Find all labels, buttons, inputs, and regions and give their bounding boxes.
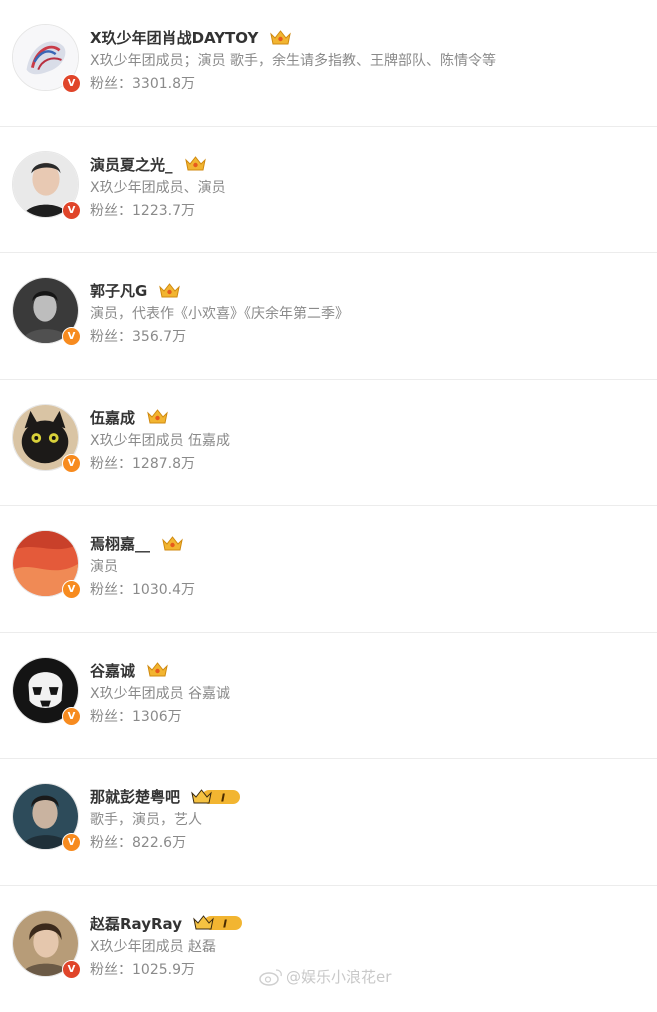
account-name[interactable]: X玖少年团肖战DAYTOY	[90, 27, 258, 48]
account-name[interactable]: 郭子凡G	[90, 280, 147, 301]
account-description: X玖少年团成员；演员 歌手，余生请多指教、王牌部队、陈情令等	[90, 50, 496, 70]
crown-icon	[160, 534, 185, 554]
list-item[interactable]: V 谷嘉诚 X玖少年团成员 谷嘉诚 粉丝：1306万	[0, 633, 657, 760]
account-name-row: 伍嘉成	[90, 407, 170, 428]
level-mark: I	[223, 918, 227, 931]
crown-icon	[145, 407, 170, 427]
account-name[interactable]: 伍嘉成	[90, 407, 135, 428]
account-name[interactable]: 那就彭楚粤吧	[90, 786, 180, 807]
level-mark: I	[221, 791, 225, 804]
verified-icon: V	[62, 960, 81, 979]
account-list: V X玖少年团肖战DAYTOY X玖少年团成员；演员 歌手，余生请多指教、王牌部…	[0, 0, 657, 1012]
account-name[interactable]: 谷嘉诚	[90, 660, 135, 681]
account-name-row: 郭子凡G	[90, 280, 182, 301]
list-item[interactable]: V 演员夏之光_ X玖少年团成员、演员 粉丝：1223.7万	[0, 127, 657, 254]
list-item[interactable]: V 焉栩嘉__ 演员 粉丝：1030.4万	[0, 506, 657, 633]
fans-count: 粉丝：356.7万	[90, 326, 186, 346]
fans-count: 粉丝：1030.4万	[90, 579, 195, 599]
verified-icon: V	[62, 454, 81, 473]
fans-count: 粉丝：3301.8万	[90, 73, 195, 93]
fans-count: 粉丝：1025.9万	[90, 959, 195, 979]
account-name-row: 焉栩嘉__	[90, 533, 185, 554]
fans-count: 粉丝：822.6万	[90, 832, 186, 852]
verified-icon: V	[62, 580, 81, 599]
account-name[interactable]: 焉栩嘉__	[90, 533, 150, 554]
crown-icon	[157, 281, 182, 301]
verified-icon: V	[62, 327, 81, 346]
account-name[interactable]: 演员夏之光_	[90, 154, 173, 175]
account-name-row: 演员夏之光_	[90, 154, 208, 175]
crown-icon	[145, 660, 170, 680]
crown-level-icon: I	[190, 787, 242, 807]
account-description: 演员	[90, 556, 118, 576]
verified-icon: V	[62, 833, 81, 852]
fans-count: 粉丝：1306万	[90, 706, 182, 726]
fans-count: 粉丝：1287.8万	[90, 453, 195, 473]
crown-level-icon: I	[192, 913, 244, 933]
account-description: X玖少年团成员 谷嘉诚	[90, 683, 230, 703]
list-item[interactable]: V 郭子凡G 演员，代表作《小欢喜》《庆余年第二季》 粉丝：356.7万	[0, 253, 657, 380]
account-name[interactable]: 赵磊RayRay	[90, 913, 182, 934]
list-item[interactable]: V 那就彭楚粤吧 I 歌手，演员，艺人 粉丝：822.6万	[0, 759, 657, 886]
account-description: X玖少年团成员 赵磊	[90, 936, 216, 956]
verified-icon: V	[62, 74, 81, 93]
account-name-row: 那就彭楚粤吧 I	[90, 786, 242, 807]
verified-icon: V	[62, 707, 81, 726]
account-name-row: 谷嘉诚	[90, 660, 170, 681]
list-item[interactable]: V 赵磊RayRay I X玖少年团成员 赵磊 粉丝：1025.9万	[0, 886, 657, 1012]
weibo-logo-icon	[258, 967, 284, 987]
watermark-text: @娱乐小浪花er	[286, 966, 391, 987]
fans-count: 粉丝：1223.7万	[90, 200, 195, 220]
account-name-row: X玖少年团肖战DAYTOY	[90, 27, 293, 48]
account-description: 歌手，演员，艺人	[90, 809, 202, 829]
list-item[interactable]: V 伍嘉成 X玖少年团成员 伍嘉成 粉丝：1287.8万	[0, 380, 657, 507]
crown-icon	[183, 154, 208, 174]
verified-icon: V	[62, 201, 81, 220]
account-name-row: 赵磊RayRay I	[90, 913, 244, 934]
account-description: 演员，代表作《小欢喜》《庆余年第二季》	[90, 303, 349, 323]
list-item[interactable]: V X玖少年团肖战DAYTOY X玖少年团成员；演员 歌手，余生请多指教、王牌部…	[0, 0, 657, 127]
watermark: @娱乐小浪花er	[258, 966, 391, 987]
crown-icon	[268, 28, 293, 48]
account-description: X玖少年团成员 伍嘉成	[90, 430, 230, 450]
account-description: X玖少年团成员、演员	[90, 177, 226, 197]
